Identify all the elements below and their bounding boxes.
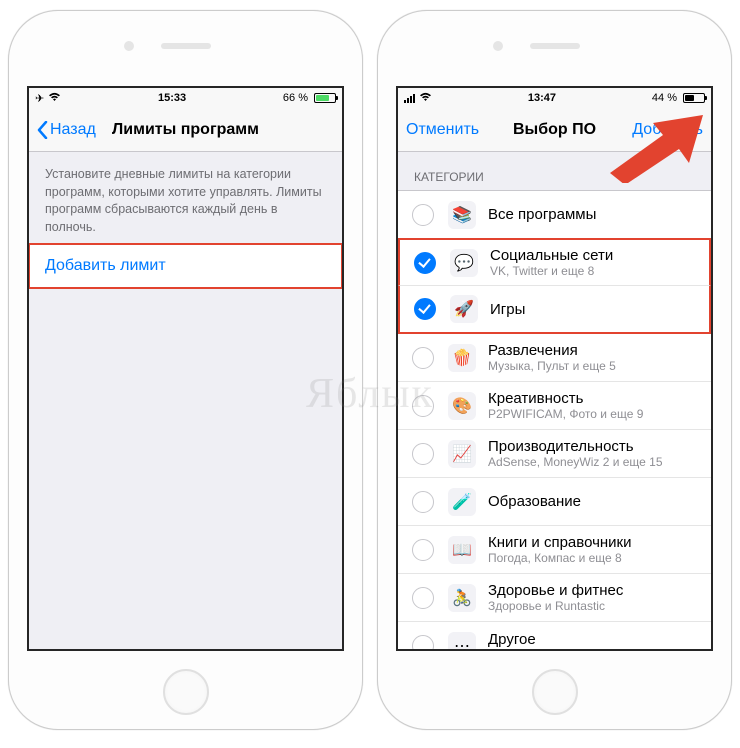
category-title: Все программы [488,206,596,223]
battery-icon [312,93,336,103]
category-title: Социальные сети [490,247,613,264]
radio-unchecked-icon[interactable] [412,635,434,649]
phone-left: ✈ 15:33 66 % Назад Лимиты программ Ус [8,10,363,730]
add-button[interactable]: Добавить [632,121,703,139]
category-title: Производительность [488,438,663,455]
back-label: Назад [50,121,96,139]
category-title: Развлечения [488,342,616,359]
content-area: КАТЕГОРИИ 📚 Все программы 💬 Социальные с… [398,152,711,649]
back-button[interactable]: Назад [37,121,96,139]
cancel-button[interactable]: Отменить [406,121,479,139]
status-time: 15:33 [158,92,186,104]
category-subtitle: Здоровье и Runtastic [488,599,623,613]
radio-unchecked-icon[interactable] [412,587,434,609]
wifi-icon [419,92,432,105]
description-text: Установите дневные лимиты на категории п… [29,152,342,244]
cancel-label: Отменить [406,121,479,139]
chevron-left-icon [37,121,48,139]
category-icon: 🚀 [450,295,478,323]
category-row[interactable]: ⋯ Другое BlaBlaCar, Видео и еще 10 [398,622,711,649]
category-icon: 🍿 [448,344,476,372]
category-icon: 📚 [448,201,476,229]
category-row[interactable]: 🍿 Развлечения Музыка, Пульт и еще 5 [398,334,711,382]
category-icon: 🎨 [448,392,476,420]
category-row[interactable]: 🎨 Креативность P2PWIFICAM, Фото и еще 9 [398,382,711,430]
nav-bar: Назад Лимиты программ [29,108,342,152]
category-icon: 📈 [448,440,476,468]
cell-signal-icon [404,93,415,103]
radio-unchecked-icon[interactable] [412,443,434,465]
home-button[interactable] [532,669,578,715]
category-row[interactable]: 🚀 Игры [398,286,711,334]
category-title: Игры [490,301,525,318]
wifi-icon [48,92,61,105]
status-time: 13:47 [528,92,556,104]
category-subtitle: P2PWIFICAM, Фото и еще 9 [488,407,643,421]
radio-checked-icon[interactable] [414,298,436,320]
category-row[interactable]: 🚴 Здоровье и фитнес Здоровье и Runtastic [398,574,711,622]
add-label: Добавить [632,121,703,139]
category-row[interactable]: 📈 Производительность AdSense, MoneyWiz 2… [398,430,711,478]
home-button[interactable] [163,669,209,715]
category-subtitle: BlaBlaCar, Видео и еще 10 [488,648,636,650]
radio-unchecked-icon[interactable] [412,395,434,417]
category-subtitle: Музыка, Пульт и еще 5 [488,359,616,373]
radio-unchecked-icon[interactable] [412,347,434,369]
battery-percent: 44 % [652,92,677,104]
add-limit-button[interactable]: Добавить лимит [29,244,342,288]
category-list: 📚 Все программы 💬 Социальные сети VK, Tw… [398,190,711,649]
radio-checked-icon[interactable] [414,252,436,274]
category-subtitle: VK, Twitter и еще 8 [490,264,613,278]
category-row[interactable]: 📖 Книги и справочники Погода, Компас и е… [398,526,711,574]
category-title: Здоровье и фитнес [488,582,623,599]
category-title: Образование [488,493,581,510]
content-area: Установите дневные лимиты на категории п… [29,152,342,649]
category-title: Креативность [488,390,643,407]
radio-unchecked-icon[interactable] [412,539,434,561]
screen-right: 13:47 44 % Отменить Выбор ПО Добавить КА… [396,86,713,651]
radio-unchecked-icon[interactable] [412,491,434,513]
category-icon: 💬 [450,249,478,277]
screen-left: ✈ 15:33 66 % Назад Лимиты программ Ус [27,86,344,651]
category-subtitle: Погода, Компас и еще 8 [488,551,632,565]
category-icon: 🚴 [448,584,476,612]
category-icon: ⋯ [448,632,476,649]
status-bar: ✈ 15:33 66 % [29,88,342,108]
category-icon: 📖 [448,536,476,564]
category-row[interactable]: 🧪 Образование [398,478,711,526]
category-title: Книги и справочники [488,534,632,551]
category-subtitle: AdSense, MoneyWiz 2 и еще 15 [488,455,663,469]
add-limit-label: Добавить лимит [45,257,166,274]
phone-right: 13:47 44 % Отменить Выбор ПО Добавить КА… [377,10,732,730]
category-title: Другое [488,631,636,648]
battery-icon [681,93,705,103]
status-bar: 13:47 44 % [398,88,711,108]
category-row[interactable]: 📚 Все программы [398,191,711,239]
nav-bar: Отменить Выбор ПО Добавить [398,108,711,152]
battery-percent: 66 % [283,92,308,104]
radio-unchecked-icon[interactable] [412,204,434,226]
category-icon: 🧪 [448,488,476,516]
airplane-mode-icon: ✈ [35,92,44,105]
category-row[interactable]: 💬 Социальные сети VK, Twitter и еще 8 [398,238,711,286]
section-header: КАТЕГОРИИ [398,152,711,190]
